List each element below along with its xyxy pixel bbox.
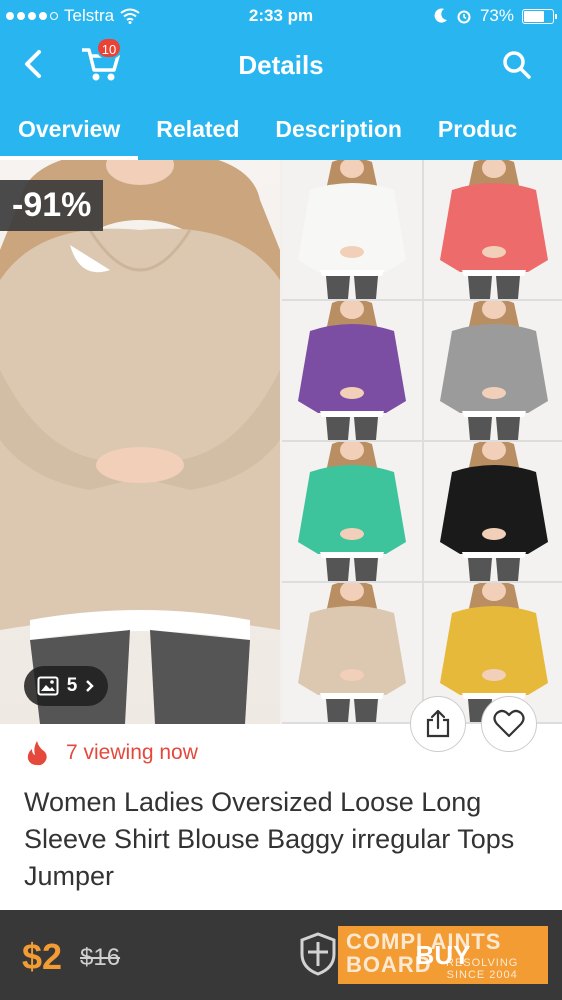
moon-icon <box>434 8 447 23</box>
photo-count-button[interactable]: 5 <box>24 666 108 706</box>
favorite-button[interactable] <box>481 696 537 752</box>
battery-level <box>524 10 544 22</box>
buy-button[interactable]: BUY <box>338 926 548 984</box>
alarm-icon <box>457 10 471 24</box>
battery-percent: 73% <box>479 6 514 25</box>
tab-description[interactable]: Description <box>257 104 420 160</box>
tab-product[interactable]: Produc <box>420 104 535 160</box>
fire-icon <box>27 741 47 766</box>
thumbnail-photo <box>298 442 406 581</box>
main-product-image[interactable] <box>0 160 280 724</box>
tab-overview[interactable]: Overview <box>0 104 139 160</box>
status-bar: Telstra 2:33 pm 73% <box>0 0 562 32</box>
thumbnail-photo <box>440 442 548 581</box>
thumbnail-photo <box>298 160 406 299</box>
product-thumbnail[interactable] <box>424 442 562 581</box>
shield-icon <box>300 932 336 976</box>
app-header: Telstra 2:33 pm 73% 10 Details Overview … <box>0 0 562 160</box>
share-icon <box>426 709 450 738</box>
discount-badge: -91% <box>0 180 104 231</box>
heart-icon <box>493 709 525 738</box>
product-title: Women Ladies Oversized Loose Long Sleeve… <box>24 787 515 891</box>
thumbnail-photo <box>440 301 548 440</box>
search-icon <box>503 51 531 79</box>
model-photo <box>0 160 280 724</box>
chevron-right-icon <box>86 680 95 692</box>
thumbnail-photo <box>298 301 406 440</box>
tab-related[interactable]: Related <box>138 104 257 160</box>
product-thumbnail[interactable] <box>282 442 422 581</box>
product-gallery: -91% 5 <box>0 160 562 724</box>
tab-bar: Overview Related Description Produc <box>0 104 562 160</box>
status-right: 73% <box>434 6 557 26</box>
product-thumbnail[interactable] <box>424 160 562 299</box>
page-title: Details <box>238 50 324 80</box>
image-icon <box>37 676 59 696</box>
share-button[interactable] <box>410 696 466 752</box>
thumbnail-photo <box>298 583 406 722</box>
original-price: $16 <box>80 944 121 971</box>
viewing-now: 7 viewing now <box>26 740 198 766</box>
product-thumbnail[interactable] <box>424 301 562 440</box>
product-thumbnail[interactable] <box>282 301 422 440</box>
thumbnail-photo <box>440 160 548 299</box>
product-thumbnail[interactable] <box>282 583 422 722</box>
current-price: $2 <box>22 936 63 977</box>
thumbnail-grid <box>282 160 562 724</box>
product-thumbnail[interactable] <box>282 160 422 299</box>
viewing-count: 7 viewing now <box>66 741 198 764</box>
purchase-bar: $2 $16 BUY COMPLAINTS BOARD RESOLVING SI… <box>0 910 562 1000</box>
search-button[interactable] <box>500 48 534 82</box>
nav-bar: 10 Details <box>0 36 562 96</box>
photo-count: 5 <box>66 675 78 696</box>
battery-icon <box>522 8 557 24</box>
